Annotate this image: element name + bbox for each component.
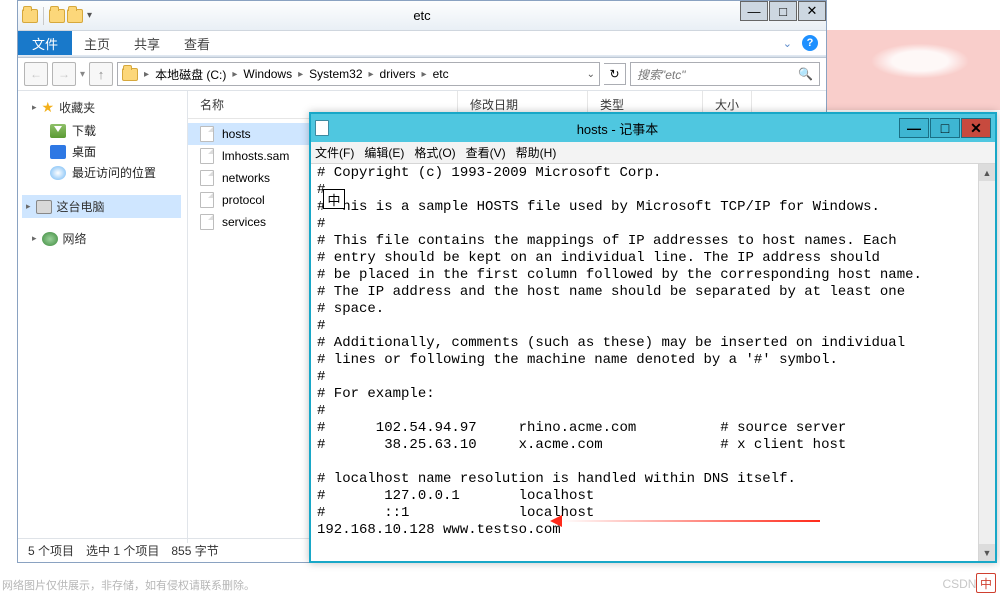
ribbon-expand-icon[interactable]: ⌄ — [783, 37, 792, 50]
breadcrumb-item[interactable]: System32 — [309, 67, 362, 81]
menu-format[interactable]: 格式(O) — [414, 144, 455, 161]
maximize-button[interactable]: □ — [769, 1, 797, 21]
network-icon — [42, 232, 58, 246]
drive-icon — [122, 68, 138, 81]
file-icon — [200, 170, 214, 186]
sidebar-label: 收藏夹 — [59, 99, 95, 116]
collapse-icon: ▸ — [32, 102, 37, 113]
search-input[interactable]: 搜索"etc" 🔍 — [630, 62, 820, 86]
help-icon[interactable]: ? — [802, 35, 818, 51]
download-icon — [50, 124, 66, 138]
breadcrumb-item[interactable]: etc — [433, 67, 449, 81]
separator — [43, 7, 44, 25]
notepad-body: # Copyright (c) 1993-2009 Microsoft Corp… — [311, 164, 995, 561]
status-count: 5 个项目 — [28, 542, 74, 559]
minimize-button[interactable]: — — [899, 118, 929, 138]
pc-icon — [36, 200, 52, 214]
file-name: services — [222, 215, 266, 229]
nav-up-button[interactable]: ↑ — [89, 62, 113, 86]
nav-back-button[interactable]: ← — [24, 62, 48, 86]
refresh-button[interactable]: ↻ — [604, 63, 626, 85]
ribbon-tab-home[interactable]: 主页 — [72, 31, 122, 55]
breadcrumb-item[interactable]: drivers — [380, 67, 416, 81]
qat-dropdown[interactable]: ▾ — [87, 10, 92, 21]
menu-file[interactable]: 文件(F) — [315, 144, 354, 161]
notepad-title: hosts - 记事本 — [337, 119, 898, 138]
breadcrumb-item[interactable]: Windows — [243, 67, 292, 81]
vertical-scrollbar[interactable]: ▲ ▼ — [978, 164, 995, 561]
chevron-right-icon[interactable]: ▸ — [422, 69, 427, 80]
sidebar-item-network[interactable]: ▸ 网络 — [32, 230, 187, 247]
file-menu[interactable]: 文件 — [18, 31, 72, 55]
notepad-menu: 文件(F) 编辑(E) 格式(O) 查看(V) 帮助(H) — [311, 142, 995, 164]
nav-history-dropdown[interactable]: ▾ — [80, 69, 85, 80]
menu-edit[interactable]: 编辑(E) — [364, 144, 404, 161]
nav-forward-button[interactable]: → — [52, 62, 76, 86]
menu-view[interactable]: 查看(V) — [466, 144, 506, 161]
sidebar-group-favorites[interactable]: ▸ ★ 收藏夹 — [32, 99, 187, 116]
scroll-up-icon[interactable]: ▲ — [979, 164, 995, 181]
file-icon — [200, 192, 214, 208]
search-placeholder: 搜索"etc" — [637, 66, 686, 83]
document-icon — [315, 120, 329, 136]
ime-corner-icon[interactable]: 中 — [976, 573, 996, 593]
minimize-button[interactable]: — — [740, 1, 768, 21]
recent-icon — [50, 166, 66, 180]
search-icon: 🔍 — [798, 67, 813, 81]
file-name: lmhosts.sam — [222, 149, 289, 163]
scroll-down-icon[interactable]: ▼ — [979, 544, 995, 561]
address-bar-row: ← → ▾ ↑ ▸ 本地磁盘 (C:) ▸ Windows ▸ System32… — [18, 58, 826, 90]
file-name: hosts — [222, 127, 251, 141]
ribbon-tab-share[interactable]: 共享 — [122, 31, 172, 55]
sidebar-item-downloads[interactable]: 下载 — [32, 120, 187, 141]
desktop-icon — [50, 145, 66, 159]
watermark-text: 网络图片仅供展示，非存储，如有侵权请联系删除。 — [2, 577, 255, 593]
close-button[interactable]: ✕ — [961, 118, 991, 138]
chevron-right-icon[interactable]: ▸ — [144, 69, 149, 80]
breadcrumb-item[interactable]: 本地磁盘 (C:) — [155, 66, 226, 83]
menu-help[interactable]: 帮助(H) — [516, 144, 557, 161]
chevron-right-icon[interactable]: ▸ — [232, 69, 237, 80]
folder-icon[interactable] — [67, 9, 83, 23]
ribbon-tab-view[interactable]: 查看 — [172, 31, 222, 55]
folder-icon[interactable] — [49, 9, 65, 23]
address-dropdown-icon[interactable]: ⌄ — [587, 69, 595, 80]
collapse-icon: ▸ — [32, 233, 37, 244]
status-size: 855 字节 — [171, 542, 218, 559]
window-title: etc — [413, 8, 430, 23]
sidebar-item-desktop[interactable]: 桌面 — [32, 141, 187, 162]
collapse-icon: ▸ — [26, 201, 31, 212]
sidebar: ▸ ★ 收藏夹 下载 桌面 最近访问的位置 ▸ 这台电脑 ▸ — [18, 91, 188, 543]
file-icon — [200, 126, 214, 142]
notepad-titlebar[interactable]: hosts - 记事本 — □ ✕ — [311, 114, 995, 142]
file-name: networks — [222, 171, 270, 185]
chevron-right-icon[interactable]: ▸ — [369, 69, 374, 80]
close-button[interactable]: ✕ — [798, 1, 826, 21]
file-name: protocol — [222, 193, 265, 207]
file-icon — [200, 148, 214, 164]
address-bar[interactable]: ▸ 本地磁盘 (C:) ▸ Windows ▸ System32 ▸ drive… — [117, 62, 600, 86]
ime-indicator[interactable]: 中 — [323, 189, 345, 209]
folder-icon — [22, 9, 38, 23]
ribbon-tabs: 文件 主页 共享 查看 ⌄ ? — [18, 31, 826, 55]
star-icon: ★ — [42, 99, 55, 116]
notepad-text[interactable]: # Copyright (c) 1993-2009 Microsoft Corp… — [311, 164, 995, 540]
sidebar-item-thispc[interactable]: ▸ 这台电脑 — [22, 195, 181, 218]
notepad-window: hosts - 记事本 — □ ✕ 文件(F) 编辑(E) 格式(O) 查看(V… — [309, 112, 997, 563]
file-icon — [200, 214, 214, 230]
status-selection: 选中 1 个项目 — [86, 542, 159, 559]
chevron-right-icon[interactable]: ▸ — [298, 69, 303, 80]
sidebar-item-recent[interactable]: 最近访问的位置 — [32, 162, 187, 183]
maximize-button[interactable]: □ — [930, 118, 960, 138]
background-smudge — [850, 36, 990, 86]
explorer-titlebar[interactable]: ▾ etc — □ ✕ — [18, 1, 826, 31]
